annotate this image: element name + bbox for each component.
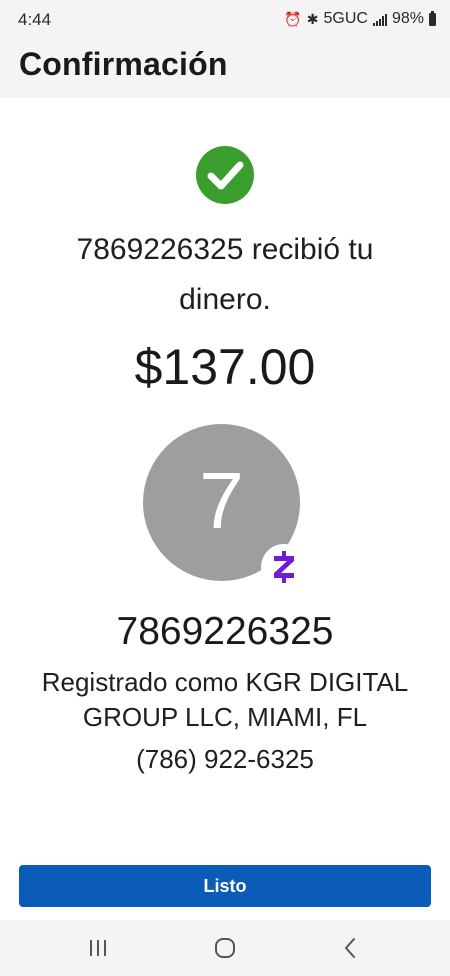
confirmation-screen: 4:44 ⏰ ✱ 5GUC 98% Confirmación 786922632… — [0, 0, 450, 976]
signal-icon — [372, 13, 387, 26]
avatar-initial: 7 — [199, 455, 244, 545]
recipient-phone: (786) 922-6325 — [136, 744, 314, 774]
zelle-icon — [274, 551, 294, 583]
zelle-badge — [261, 544, 307, 590]
home-icon — [215, 938, 235, 958]
system-nav-bar — [0, 920, 450, 976]
registered-as: Registrado como KGR DIGITAL GROUP LLC, M… — [41, 667, 409, 732]
recipient-name: 7869226325 — [116, 610, 334, 653]
back-button[interactable] — [320, 920, 380, 976]
status-time: 4:44 — [18, 10, 52, 29]
confirmation-message: 7869226325 recibió tu dinero. — [76, 233, 374, 316]
network-label: 5GUC — [323, 10, 368, 27]
back-icon — [345, 938, 355, 958]
top-area: 4:44 ⏰ ✱ 5GUC 98% Confirmación — [0, 0, 450, 98]
alarm-icon: ⏰ — [284, 11, 302, 27]
check-circle-icon — [196, 146, 254, 204]
status-icons: ⏰ ✱ 5GUC 98% — [284, 10, 436, 28]
page-title: Confirmación — [19, 46, 228, 82]
home-button[interactable] — [195, 920, 255, 976]
amount: $137.00 — [134, 339, 316, 395]
bluetooth-icon: ✱ — [306, 11, 319, 27]
done-button[interactable]: Listo — [19, 865, 431, 907]
battery-percent: 98% — [391, 10, 424, 27]
recent-apps-button[interactable] — [68, 920, 128, 976]
battery-icon — [429, 10, 436, 26]
status-bar: 4:44 ⏰ ✱ 5GUC 98% — [0, 0, 450, 40]
recent-apps-icon — [90, 940, 106, 956]
